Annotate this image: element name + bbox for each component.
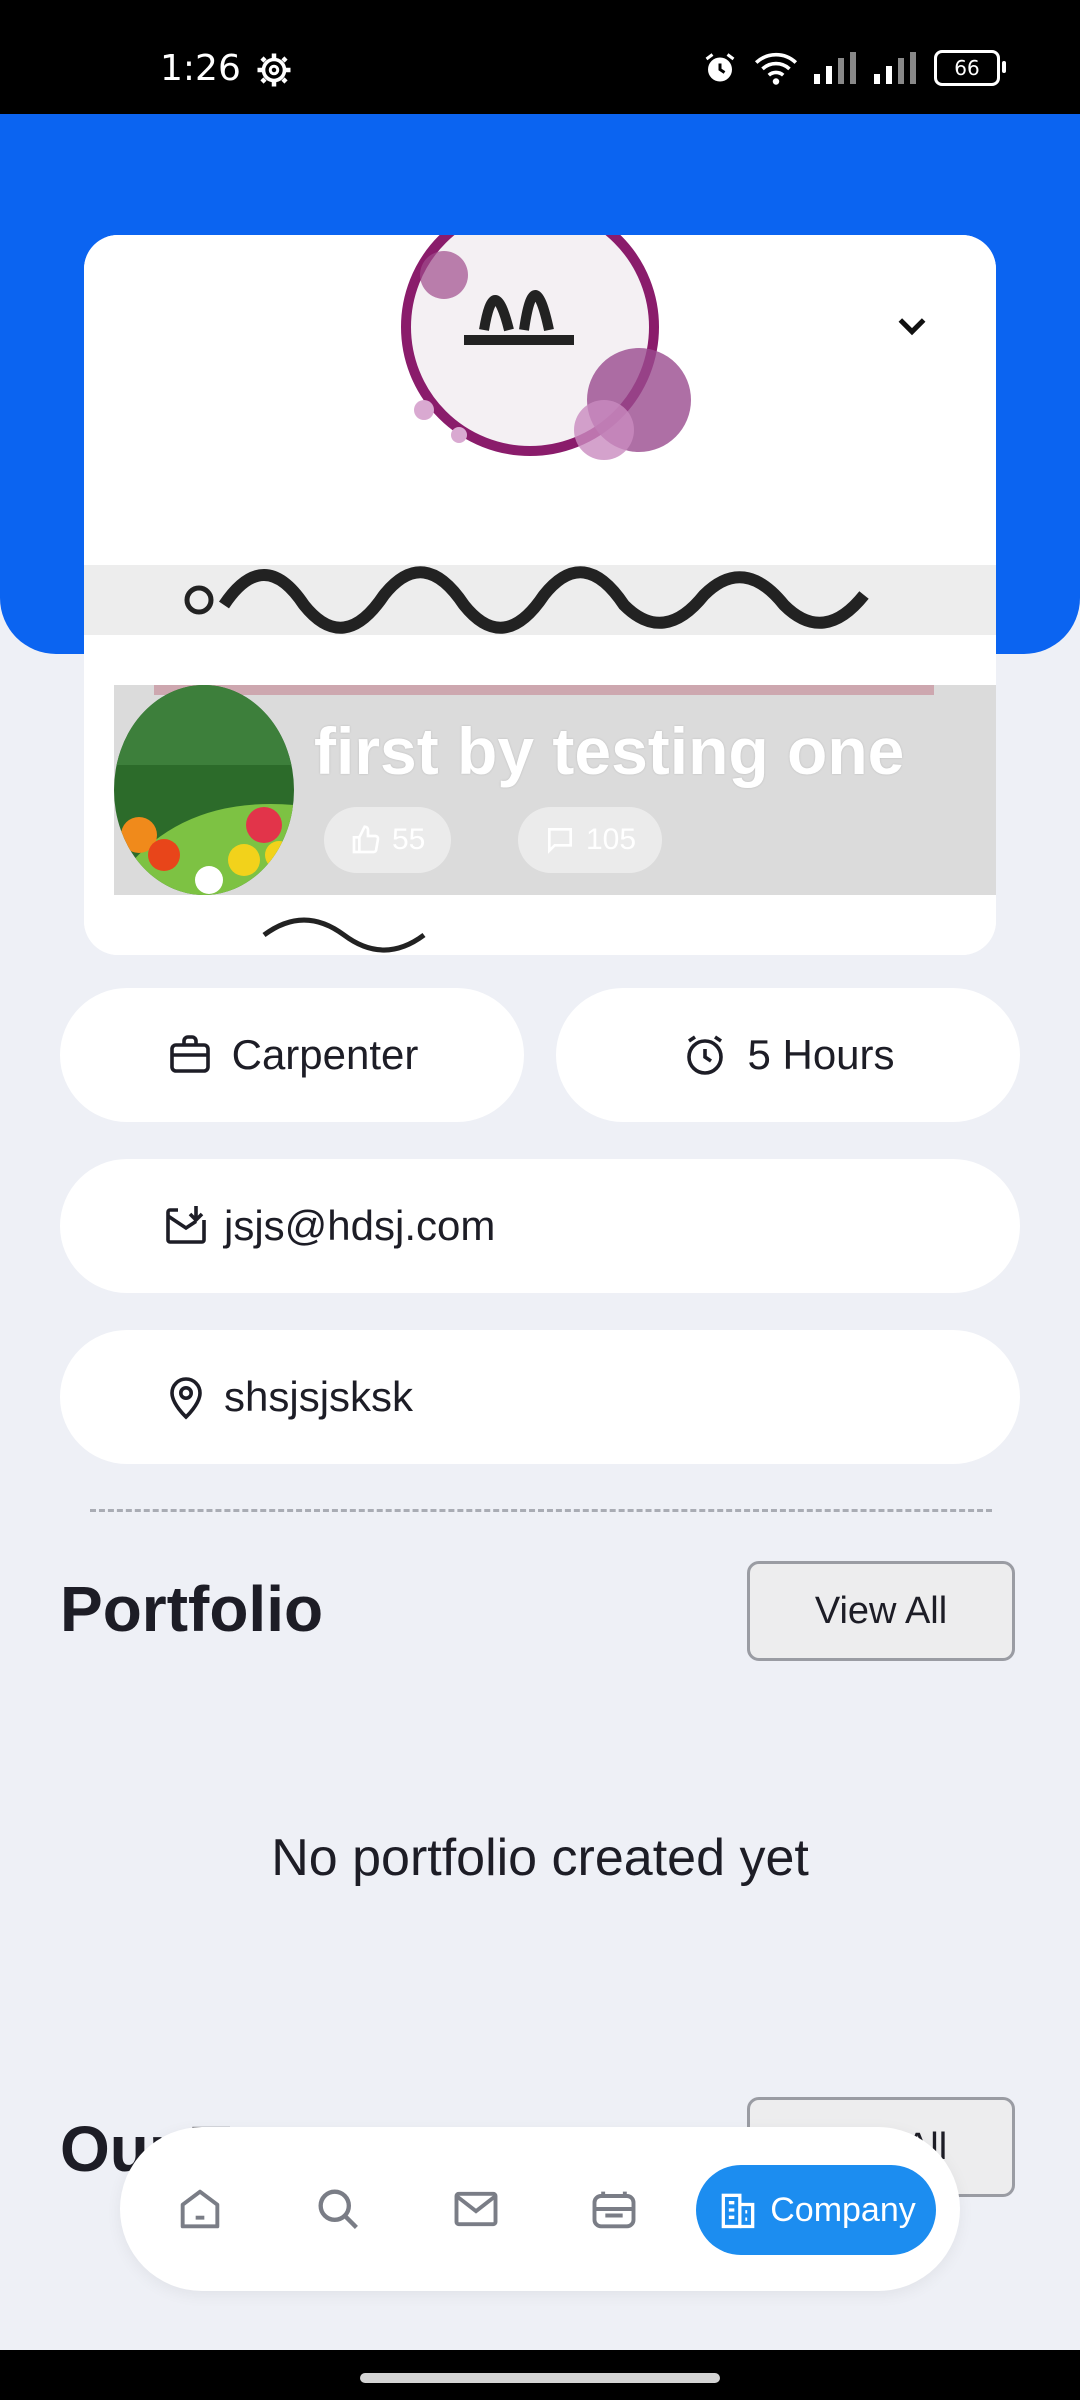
profile-info-strip: first by testing one 55 105 <box>114 685 996 895</box>
email-pill[interactable]: jsjs@hdsj.com <box>60 1159 1020 1293</box>
battery-indicator: 66 <box>934 50 1006 86</box>
company-building-icon <box>721 2193 755 2229</box>
briefcase-icon <box>169 1035 210 1073</box>
avatar[interactable] <box>114 685 294 895</box>
thumbs-up-icon <box>352 825 380 854</box>
alarm-clock-icon <box>687 1035 724 1075</box>
location-pin-icon <box>170 1377 202 1420</box>
home-icon[interactable] <box>174 2183 226 2235</box>
portfolio-view-all-button[interactable]: View All <box>747 1561 1015 1661</box>
portfolio-title: Portfolio <box>60 1573 324 1645</box>
hours-pill: 5 Hours <box>556 988 1020 1122</box>
profession-pill: Carpenter <box>60 988 524 1122</box>
location-pill[interactable]: shsjsjsksk <box>60 1330 1020 1464</box>
status-time: 1:26 <box>160 48 241 89</box>
search-icon[interactable] <box>312 2183 364 2235</box>
section-divider <box>90 1509 992 1512</box>
comment-icon <box>548 828 572 854</box>
nav-company-label: Company <box>770 2190 916 2229</box>
portfolio-empty-message: No portfolio created yet <box>271 1829 809 1887</box>
profile-name: first by testing one <box>314 714 905 788</box>
home-indicator[interactable] <box>360 2373 720 2383</box>
likes-count: 55 <box>392 823 426 856</box>
wifi-icon <box>754 52 798 85</box>
bottom-navigation: Company <box>120 2127 960 2291</box>
profile-card: first by testing one 55 105 <box>84 235 996 955</box>
settings-gear-icon <box>257 53 291 87</box>
comments-count: 105 <box>586 823 637 856</box>
location-text: shsjsjsksk <box>224 1373 414 1420</box>
chevron-down-icon[interactable] <box>892 305 932 345</box>
mail-download-icon <box>166 1206 206 1244</box>
status-bar: 1:26 66 <box>0 0 1080 114</box>
signal-icon-2 <box>874 52 916 84</box>
bookings-icon[interactable] <box>588 2183 640 2235</box>
mail-icon[interactable] <box>450 2183 502 2235</box>
email-text: jsjs@hdsj.com <box>224 1202 496 1249</box>
alarm-icon <box>705 53 735 82</box>
comments-pill[interactable]: 105 <box>518 807 663 873</box>
likes-pill[interactable]: 55 <box>324 807 452 873</box>
avatar-image <box>114 685 294 895</box>
profession-text: Carpenter <box>231 1031 419 1078</box>
nav-company-button[interactable]: Company <box>696 2165 936 2255</box>
signal-icon <box>814 52 856 84</box>
hours-text: 5 Hours <box>747 1031 895 1078</box>
